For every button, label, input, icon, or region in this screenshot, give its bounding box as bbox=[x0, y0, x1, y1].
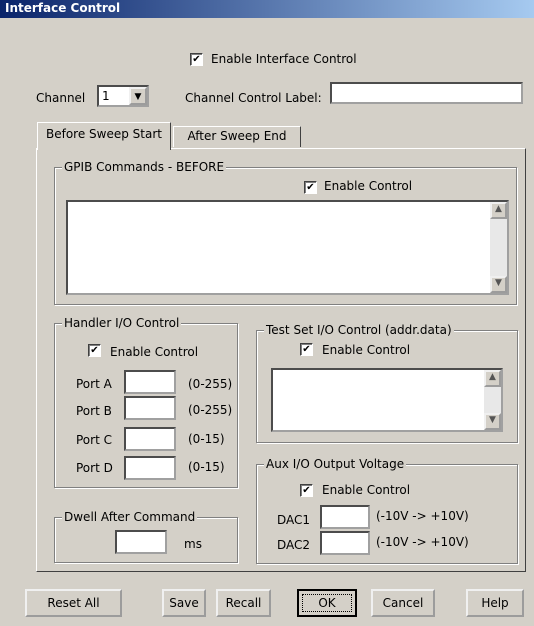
check-icon: ✔ bbox=[90, 345, 99, 356]
dwell-group-title: Dwell After Command bbox=[62, 510, 198, 524]
port-b-input[interactable] bbox=[124, 396, 176, 420]
dwell-unit: ms bbox=[184, 537, 202, 551]
dac1-range: (-10V -> +10V) bbox=[376, 509, 469, 523]
scroll-up-icon[interactable]: ▲ bbox=[484, 370, 501, 387]
window-title: Interface Control bbox=[5, 1, 121, 15]
port-c-input[interactable] bbox=[124, 427, 176, 451]
help-button[interactable]: Help bbox=[466, 589, 524, 617]
gpib-group-title: GPIB Commands - BEFORE bbox=[62, 160, 227, 174]
dac2-label: DAC2 bbox=[277, 538, 311, 552]
port-b-range: (0-255) bbox=[188, 403, 233, 417]
testset-group-title: Test Set I/O Control (addr.data) bbox=[264, 323, 454, 337]
handler-enable-checkbox[interactable]: ✔ bbox=[88, 344, 101, 357]
recall-button[interactable]: Recall bbox=[216, 589, 271, 617]
port-c-range: (0-15) bbox=[188, 432, 225, 446]
channel-control-label-input[interactable] bbox=[330, 82, 523, 104]
scroll-down-icon[interactable]: ▼ bbox=[490, 276, 507, 293]
aux-enable-label: Enable Control bbox=[322, 483, 411, 497]
cancel-button[interactable]: Cancel bbox=[371, 589, 435, 617]
gpib-commands-textarea[interactable]: ▲ ▼ bbox=[66, 200, 509, 295]
scroll-up-icon[interactable]: ▲ bbox=[490, 202, 507, 219]
port-a-input[interactable] bbox=[124, 370, 176, 394]
check-icon: ✔ bbox=[302, 344, 311, 355]
testset-textarea[interactable]: ▲ ▼ bbox=[271, 368, 503, 432]
aux-enable-checkbox[interactable]: ✔ bbox=[300, 484, 313, 497]
port-d-label: Port D bbox=[76, 461, 113, 475]
handler-enable-label: Enable Control bbox=[110, 345, 199, 359]
port-b-label: Port B bbox=[76, 404, 112, 418]
dwell-input[interactable] bbox=[115, 530, 167, 554]
port-d-range: (0-15) bbox=[188, 460, 225, 474]
gpib-enable-label: Enable Control bbox=[324, 179, 413, 193]
check-icon: ✔ bbox=[192, 54, 201, 65]
gpib-enable-checkbox[interactable]: ✔ bbox=[304, 181, 317, 194]
interface-control-window: Interface Control ✔ Enable Interface Con… bbox=[0, 0, 534, 626]
testset-scrollbar[interactable]: ▲ ▼ bbox=[484, 370, 501, 430]
port-a-range: (0-255) bbox=[188, 377, 233, 391]
channel-label: Channel bbox=[36, 91, 86, 105]
dac2-input[interactable] bbox=[320, 531, 370, 555]
testset-enable-label: Enable Control bbox=[322, 343, 411, 357]
check-icon: ✔ bbox=[302, 485, 311, 496]
check-icon: ✔ bbox=[306, 182, 315, 193]
port-c-label: Port C bbox=[76, 433, 112, 447]
port-d-input[interactable] bbox=[124, 456, 176, 480]
scroll-down-icon[interactable]: ▼ bbox=[484, 413, 501, 430]
channel-control-label-caption: Channel Control Label: bbox=[185, 91, 322, 105]
dac1-label: DAC1 bbox=[277, 513, 311, 527]
tab-before-sweep-start[interactable]: Before Sweep Start bbox=[37, 122, 171, 150]
chevron-down-icon[interactable]: ▼ bbox=[129, 87, 147, 105]
enable-interface-label: Enable Interface Control bbox=[211, 52, 357, 66]
port-a-label: Port A bbox=[76, 377, 112, 391]
testset-enable-checkbox[interactable]: ✔ bbox=[300, 343, 313, 356]
channel-value: 1 bbox=[102, 89, 110, 103]
dac2-range: (-10V -> +10V) bbox=[376, 535, 469, 549]
ok-button[interactable]: OK bbox=[297, 589, 357, 617]
title-bar: Interface Control bbox=[0, 0, 534, 18]
tab-after-sweep-end[interactable]: After Sweep End bbox=[173, 126, 301, 147]
aux-group-title: Aux I/O Output Voltage bbox=[264, 457, 407, 471]
channel-select[interactable]: 1 ▼ bbox=[97, 85, 149, 107]
dac1-input[interactable] bbox=[320, 505, 370, 529]
handler-group-title: Handler I/O Control bbox=[62, 316, 182, 330]
gpib-scrollbar[interactable]: ▲ ▼ bbox=[490, 202, 507, 293]
enable-interface-checkbox[interactable]: ✔ bbox=[190, 53, 203, 66]
save-button[interactable]: Save bbox=[162, 589, 206, 617]
reset-all-button[interactable]: Reset All bbox=[25, 589, 122, 617]
